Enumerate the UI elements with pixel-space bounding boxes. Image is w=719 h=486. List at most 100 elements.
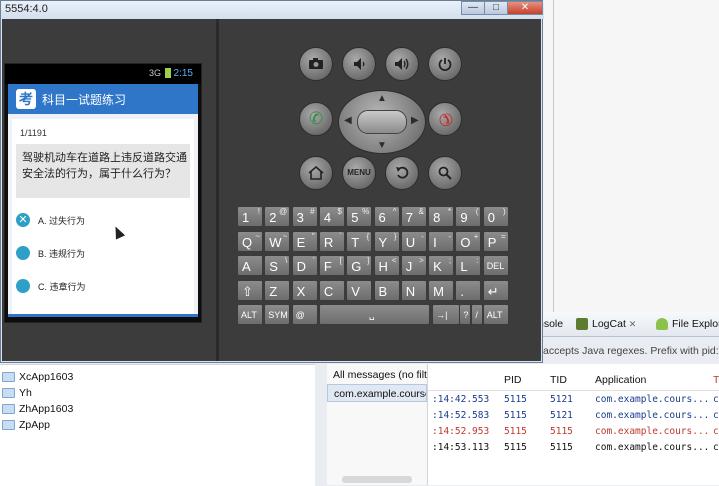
col-tid[interactable]: TID bbox=[550, 374, 567, 386]
key-row4-3[interactable]: C bbox=[318, 279, 345, 301]
dpad-center-button[interactable] bbox=[357, 110, 407, 134]
dpad[interactable]: ▲ ▼ ◀ ▶ bbox=[338, 90, 426, 154]
call-button[interactable]: ✆ bbox=[299, 102, 333, 136]
col-tag[interactable]: T bbox=[713, 374, 719, 386]
key-alt-label: * bbox=[447, 207, 452, 216]
key-alt-right[interactable]: ALT bbox=[482, 304, 509, 325]
key-row2-7[interactable]: I- bbox=[428, 230, 455, 252]
filter-all-messages[interactable]: All messages (no filte bbox=[327, 366, 427, 384]
filter-app[interactable]: com.example.course bbox=[327, 384, 427, 402]
question-content: 1/1191 驾驶机动车在道路上违反道路交通安全法的行为，属于什么行为？ ✕ A… bbox=[8, 114, 198, 317]
key-row3-4[interactable]: G] bbox=[346, 255, 373, 276]
log-row[interactable]: :14:53.113 5115 5115 com.example.cours... c bbox=[428, 440, 719, 456]
key-row4-2[interactable]: X bbox=[291, 279, 318, 301]
key-row4-9[interactable]: ↵ bbox=[482, 279, 509, 301]
key-row4-0[interactable]: ⇧ bbox=[237, 279, 263, 301]
key-row3-9[interactable]: DEL bbox=[482, 255, 509, 276]
log-row[interactable]: :14:52.583 5115 5121 com.example.cours... c bbox=[428, 408, 719, 424]
key-row2-2[interactable]: E " bbox=[291, 230, 318, 252]
tab-logcat[interactable]: LogCat ✕ bbox=[576, 316, 636, 332]
menu-button[interactable]: MENU bbox=[342, 156, 376, 190]
volume-down-button[interactable] bbox=[342, 47, 376, 81]
dpad-left-icon[interactable]: ◀ bbox=[344, 115, 352, 126]
key-slash[interactable]: / bbox=[471, 304, 484, 325]
project-item[interactable]: Yh bbox=[0, 385, 32, 401]
volume-up-button[interactable] bbox=[385, 47, 419, 81]
key-row3-0[interactable]: A bbox=[237, 255, 263, 276]
key-row4-7[interactable]: M bbox=[428, 279, 455, 301]
back-icon bbox=[396, 166, 409, 179]
key-row3-1[interactable]: S \ bbox=[264, 255, 291, 276]
key-row2-1[interactable]: W ~ bbox=[264, 230, 291, 252]
key-row1-8[interactable]: 9( bbox=[455, 206, 482, 227]
key-row1-2[interactable]: 3 # bbox=[291, 206, 318, 227]
end-call-button[interactable]: ✆ bbox=[428, 102, 462, 136]
power-button[interactable] bbox=[428, 47, 462, 81]
window-titlebar[interactable]: 5554:4.0 — □ ✕ bbox=[1, 1, 544, 19]
key-row3-6[interactable]: J > bbox=[400, 255, 427, 276]
key-row4-4[interactable]: V bbox=[346, 279, 373, 301]
key-at[interactable]: @ bbox=[291, 304, 318, 325]
key-row1-7[interactable]: 8 * bbox=[428, 206, 455, 227]
key-row2-0[interactable]: Q ~ bbox=[237, 230, 263, 252]
log-row[interactable]: :14:42.553 5115 5121 com.example.cours... c bbox=[428, 392, 719, 408]
key-alt-label: [ bbox=[339, 256, 342, 265]
key-row2-3[interactable]: R ` bbox=[318, 230, 345, 252]
key-row1-6[interactable]: 7 & bbox=[400, 206, 427, 227]
key-label: 7 bbox=[405, 210, 414, 225]
key-row2-8[interactable]: O + bbox=[455, 230, 482, 252]
key-qmark[interactable]: ? bbox=[459, 304, 472, 325]
app-icon[interactable]: 考 bbox=[16, 89, 36, 109]
log-cell-pid: 5115 bbox=[504, 426, 527, 437]
logcat-filter-hint[interactable]: accepts Java regexes. Prefix with pid:, … bbox=[543, 345, 719, 357]
col-application[interactable]: Application bbox=[595, 374, 646, 386]
key-row1-4[interactable]: 5% bbox=[346, 206, 373, 227]
home-button[interactable] bbox=[299, 156, 333, 190]
log-cell-tid: 5115 bbox=[550, 426, 573, 437]
key-row4-1[interactable]: Z bbox=[264, 279, 291, 301]
key-space[interactable]: ␣ bbox=[318, 304, 430, 325]
maximize-button[interactable]: □ bbox=[484, 1, 508, 15]
dpad-right-icon[interactable]: ▶ bbox=[411, 115, 419, 126]
minimize-button[interactable]: — bbox=[461, 1, 485, 15]
key-row2-4[interactable]: T{ bbox=[346, 230, 373, 252]
close-button[interactable]: ✕ bbox=[507, 1, 543, 15]
search-button[interactable] bbox=[428, 156, 462, 190]
key-row4-6[interactable]: N bbox=[400, 279, 427, 301]
close-icon[interactable]: ✕ bbox=[629, 319, 637, 329]
key-row1-5[interactable]: 6 ^ bbox=[373, 206, 400, 227]
key-row1-1[interactable]: 2 @ bbox=[264, 206, 291, 227]
dpad-up-icon[interactable]: ▲ bbox=[377, 93, 387, 104]
key-row2-9[interactable]: P = bbox=[482, 230, 509, 252]
key-row3-8[interactable]: L: bbox=[455, 255, 482, 276]
col-pid[interactable]: PID bbox=[504, 374, 522, 386]
key-sym[interactable]: SYM bbox=[264, 304, 291, 325]
key-row2-6[interactable]: U- bbox=[400, 230, 427, 252]
project-item[interactable]: XcApp1603 bbox=[0, 369, 73, 385]
option-label: B. 违规行为 bbox=[38, 249, 86, 259]
device-screen[interactable]: 3G 2:15 考 科目一试题练习 1/1191 驾驶机动车在道路上违反道路交通… bbox=[4, 63, 202, 323]
back-button[interactable] bbox=[385, 156, 419, 190]
action-bar: 考 科目一试题练习 bbox=[8, 84, 198, 114]
key-row3-3[interactable]: F[ bbox=[318, 255, 345, 276]
key-row4-5[interactable]: B bbox=[373, 279, 400, 301]
key-row2-5[interactable]: Y} bbox=[373, 230, 400, 252]
key-arrow[interactable]: →| bbox=[432, 304, 461, 325]
key-row1-9[interactable]: 0) bbox=[482, 206, 509, 227]
ide-tab-bar: nsole LogCat ✕ File Explor bbox=[538, 312, 719, 337]
key-row4-8[interactable]: . bbox=[455, 279, 482, 301]
project-item[interactable]: ZpApp bbox=[0, 417, 50, 433]
scrollbar[interactable] bbox=[342, 476, 412, 483]
log-row[interactable]: :14:52.953 5115 5115 com.example.cours... c bbox=[428, 424, 719, 440]
key-label: P bbox=[487, 234, 497, 250]
key-row3-5[interactable]: H < bbox=[373, 255, 400, 276]
key-row3-2[interactable]: D ' bbox=[291, 255, 318, 276]
key-alt-left[interactable]: ALT bbox=[237, 304, 263, 325]
project-item[interactable]: ZhApp1603 bbox=[0, 401, 73, 417]
key-row1-0[interactable]: 1! bbox=[237, 206, 263, 227]
dpad-down-icon[interactable]: ▼ bbox=[377, 140, 387, 151]
key-row3-7[interactable]: K; bbox=[428, 255, 455, 276]
tab-file-explorer[interactable]: File Explor bbox=[656, 316, 719, 332]
camera-button[interactable] bbox=[299, 47, 333, 81]
key-row1-3[interactable]: 4 $ bbox=[318, 206, 345, 227]
